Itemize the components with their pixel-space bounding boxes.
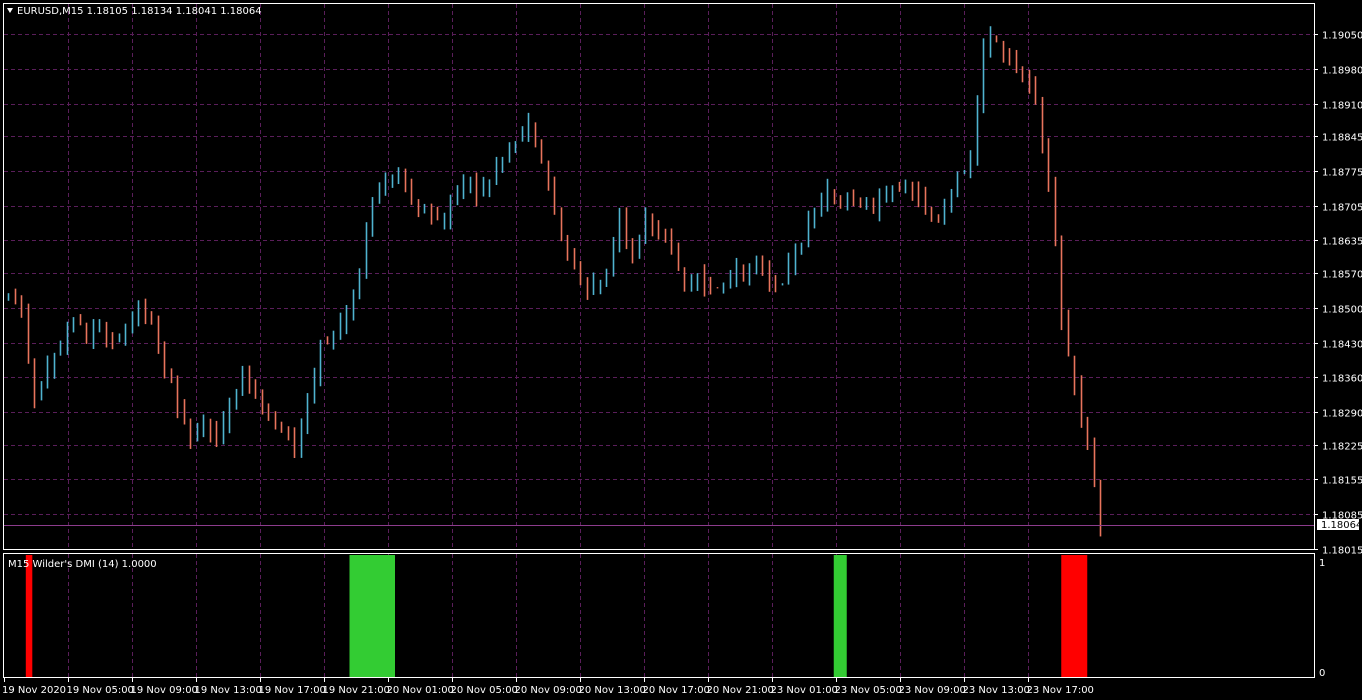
main-chart-frame (3, 3, 1315, 550)
y-tick-label: 1.18635 (1322, 237, 1362, 248)
x-tick-label: 20 Nov 05:00 (451, 685, 518, 696)
y-tick-label: 1.18290 (1322, 409, 1362, 420)
x-tick-label: 23 Nov 05:00 (835, 685, 902, 696)
current-price-label: 1.18064 (1321, 520, 1362, 531)
y-tick-label: 1.18980 (1322, 66, 1362, 77)
price-axis: 1.19050 1.18980 1.18910 1.18845 1.18775 1.187… (1314, 31, 1362, 557)
x-tick-label: 20 Nov 17:00 (643, 685, 710, 696)
y-tick-label: 1.18155 (1322, 476, 1362, 487)
x-tick-label: 23 Nov 13:00 (963, 685, 1030, 696)
y-tick-label: 1.18775 (1322, 168, 1362, 179)
x-tick-label: 19 Nov 21:00 (323, 685, 390, 696)
chart-area[interactable]: 1.19050 1.18980 1.18910 1.18845 1.18775 1.187… (0, 0, 1362, 700)
x-tick-label: 20 Nov 21:00 (707, 685, 774, 696)
y-tick-label: 1.18705 (1322, 203, 1362, 214)
x-tick-label: 19 Nov 17:00 (259, 685, 326, 696)
triangle-down-icon[interactable] (7, 8, 13, 13)
x-tick-label: 20 Nov 01:00 (387, 685, 454, 696)
indicator-scale-max: 1 (1319, 558, 1325, 569)
indicator-scale-min: 0 (1319, 668, 1325, 679)
dmi-bar (833, 555, 847, 677)
dmi-bar (25, 555, 33, 677)
y-tick-label: 1.18015 (1322, 546, 1362, 557)
y-tick-label: 1.18225 (1322, 442, 1362, 453)
x-tick-label: 23 Nov 01:00 (771, 685, 838, 696)
dmi-bar (349, 555, 395, 677)
x-tick-label: 23 Nov 17:00 (1027, 685, 1094, 696)
main-price-grid (4, 4, 1314, 550)
dmi-bars (25, 555, 1088, 677)
y-tick-label: 1.18910 (1322, 101, 1362, 112)
x-tick-label: 19 Nov 2020 (2, 685, 66, 696)
indicator-grid (68, 554, 1029, 677)
y-tick-label: 1.18430 (1322, 340, 1362, 351)
y-tick-label: 1.18570 (1322, 270, 1362, 281)
y-tick-label: 1.19050 (1322, 31, 1362, 42)
candlestick-series (7, 26, 1102, 537)
x-tick-label: 20 Nov 09:00 (515, 685, 582, 696)
y-tick-label: 1.18360 (1322, 374, 1362, 385)
x-tick-label: 20 Nov 13:00 (579, 685, 646, 696)
x-tick-label: 19 Nov 05:00 (67, 685, 134, 696)
indicator-title: M15 Wilder's DMI (14) 1.0000 (8, 559, 157, 570)
y-tick-label: 1.18500 (1322, 305, 1362, 316)
x-tick-label: 23 Nov 09:00 (899, 685, 966, 696)
dmi-bar (1061, 555, 1088, 677)
y-tick-label: 1.18845 (1322, 133, 1362, 144)
x-tick-label: 19 Nov 09:00 (131, 685, 198, 696)
time-axis: 19 Nov 2020 19 Nov 05:0019 Nov 09:0019 No… (2, 678, 1094, 696)
symbol-title: EURUSD,M15 1.18105 1.18134 1.18041 1.180… (17, 6, 262, 17)
x-tick-label: 19 Nov 13:00 (195, 685, 262, 696)
indicator-window-frame[interactable] (3, 553, 1315, 678)
